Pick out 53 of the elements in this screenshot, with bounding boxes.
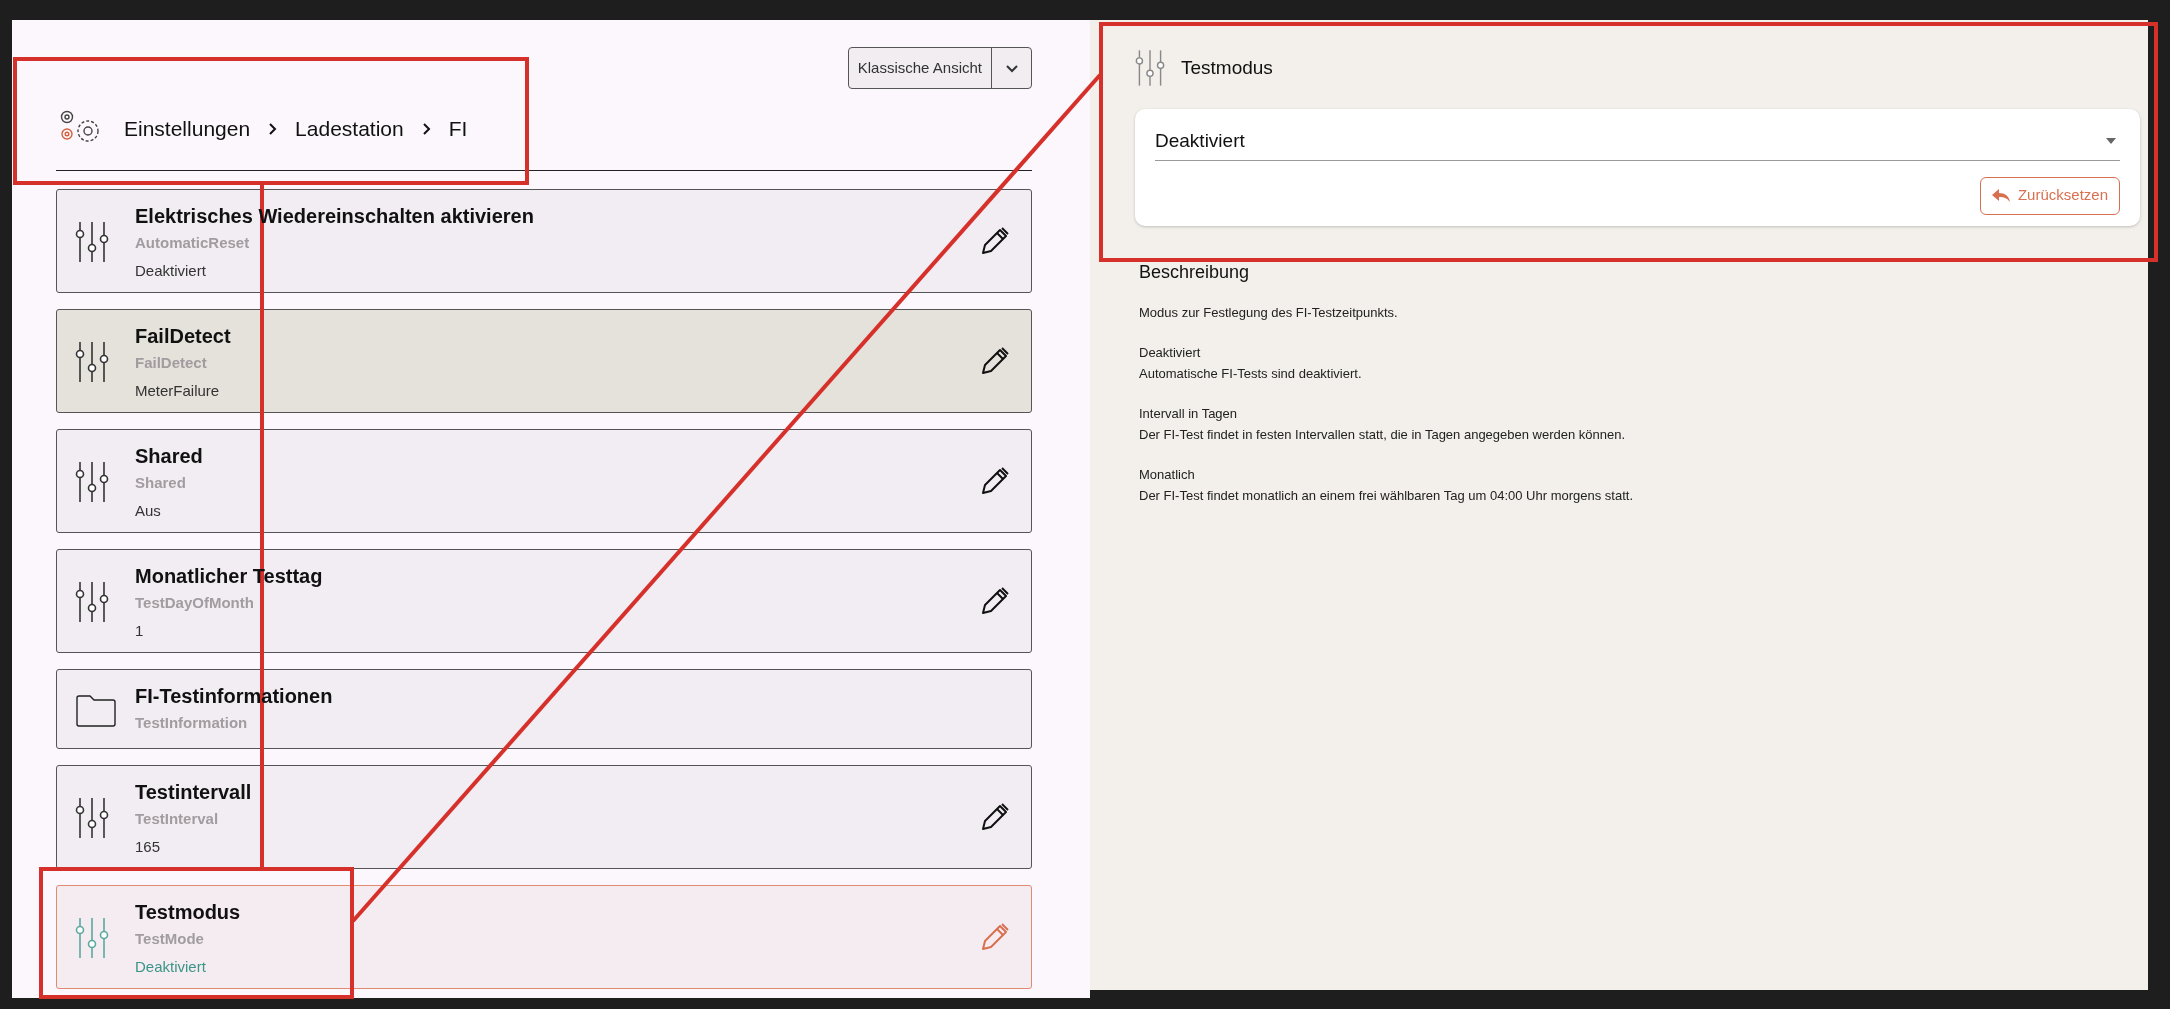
setting-card[interactable]: Testmodus TestMode Deaktiviert	[56, 885, 1032, 989]
setting-value: Deaktiviert	[135, 957, 207, 977]
dropdown-arrow-icon	[2106, 138, 2116, 145]
setting-key: TestInformation	[135, 713, 1011, 733]
description-heading: Beschreibung	[1139, 260, 1251, 284]
select-field[interactable]: Deaktiviert	[1155, 127, 2120, 161]
pencil-icon[interactable]	[979, 225, 1011, 257]
chevron-right-icon	[268, 122, 278, 136]
sliders-icon	[75, 220, 109, 264]
sliders-icon	[75, 796, 109, 840]
pencil-icon[interactable]	[979, 465, 1011, 497]
setting-card[interactable]: FailDetect FailDetect MeterFailure	[56, 309, 1032, 413]
setting-title: Testmodus	[135, 900, 241, 924]
setting-value: MeterFailure	[135, 381, 221, 401]
setting-key: TestDayOfMonth	[135, 593, 979, 613]
view-switch-dropdown[interactable]: Klassische Ansicht	[847, 47, 1032, 89]
panel-title: Testmodus	[1181, 55, 1273, 80]
setting-key: Shared	[135, 473, 979, 493]
pencil-icon[interactable]	[979, 345, 1011, 377]
description-text: Der FI-Test findet monatlich an einem frei wählbaren Tag um 04:00 Uhr morgens statt.	[1139, 486, 1634, 505]
chevron-right-icon	[421, 122, 431, 136]
setting-key: AutomaticReset	[135, 233, 979, 253]
sliders-icon	[75, 916, 109, 960]
sliders-icon	[75, 460, 109, 504]
breadcrumb-link[interactable]: Ladestation	[295, 113, 404, 145]
setting-title: FailDetect	[135, 324, 231, 348]
setting-key: TestMode	[135, 929, 979, 949]
folder-icon	[75, 694, 117, 728]
setting-key: TestInterval	[135, 809, 979, 829]
description-text: Deaktiviert	[1139, 343, 1202, 362]
setting-value: 165	[135, 837, 162, 857]
breadcrumb-link[interactable]: FI	[448, 113, 468, 145]
setting-value: Aus	[135, 501, 162, 521]
chevron-down-icon	[1004, 63, 1019, 73]
sliders-icon	[75, 580, 109, 624]
pencil-icon[interactable]	[979, 801, 1011, 833]
description-text: Intervall in Tagen	[1139, 404, 1239, 423]
description-text: Der FI-Test findet in festen Intervallen statt, die in Tagen angegeben werden können.	[1139, 425, 1627, 444]
breadcrumb-link[interactable]: Einstellungen	[124, 113, 251, 145]
sliders-icon	[75, 340, 109, 384]
setting-value: 1	[135, 621, 145, 641]
undo-icon	[1991, 188, 2010, 203]
description-text: Monatlich	[1139, 465, 1196, 484]
setting-key: FailDetect	[135, 353, 979, 373]
description-text: Automatische FI-Tests sind deaktiviert.	[1139, 364, 1363, 383]
sliders-icon	[1135, 48, 1165, 88]
setting-value: Deaktiviert	[135, 261, 207, 281]
setting-title: Testintervall	[135, 780, 252, 804]
setting-card[interactable]: Shared Shared Aus	[56, 429, 1032, 533]
pencil-icon[interactable]	[979, 585, 1011, 617]
setting-card[interactable]: Testintervall TestInterval 165	[56, 765, 1032, 869]
setting-title: Shared	[135, 444, 203, 468]
description-text: Modus zur Festlegung des FI-Testzeitpunkts.	[1139, 303, 1399, 322]
